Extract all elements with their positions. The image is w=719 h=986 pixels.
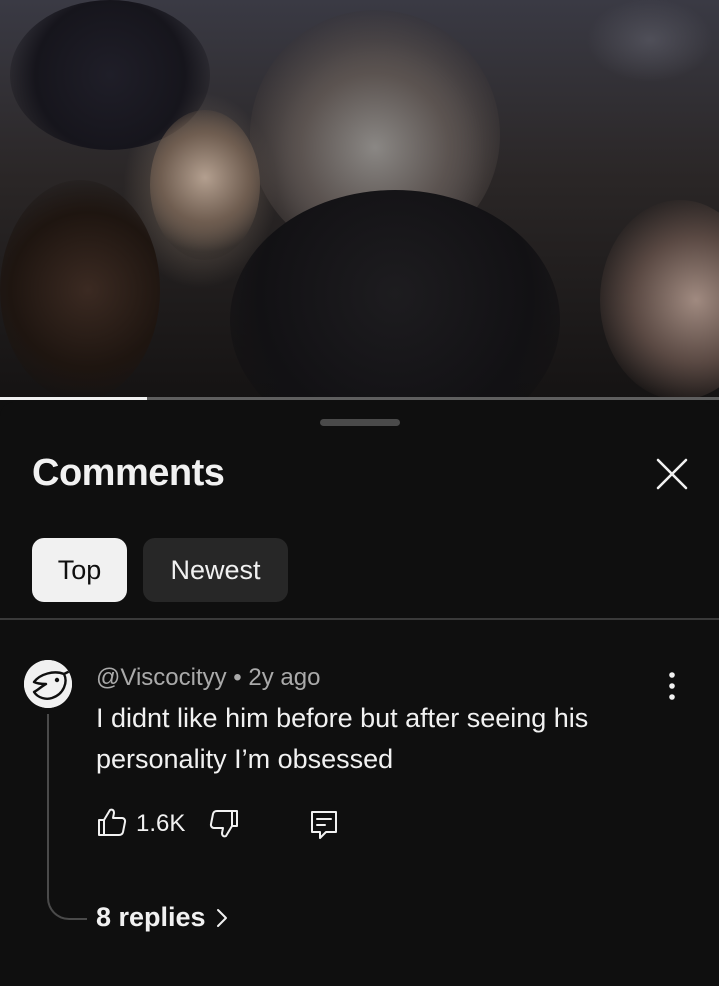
- filter-chip-label: Top: [57, 554, 102, 585]
- reply-button[interactable]: [308, 808, 340, 840]
- replies-label: 8 replies: [96, 902, 206, 932]
- avatar[interactable]: [24, 660, 72, 708]
- like-button[interactable]: [96, 806, 128, 838]
- more-vertical-icon: [669, 672, 675, 700]
- close-icon: [656, 458, 688, 490]
- thumbs-down-icon: [209, 810, 238, 838]
- close-button[interactable]: [652, 454, 692, 494]
- view-replies-button[interactable]: 8 replies: [96, 902, 230, 933]
- bird-avatar-icon: [24, 660, 72, 708]
- dislike-button[interactable]: [208, 808, 240, 840]
- comment-more-button[interactable]: [656, 668, 688, 704]
- sheet-drag-handle[interactable]: [320, 419, 400, 426]
- comment-meta: @Viscocityy • 2y ago: [96, 664, 320, 692]
- reply-icon: [311, 811, 337, 839]
- filter-chip-top[interactable]: Top: [32, 538, 127, 602]
- meta-separator: •: [233, 664, 242, 691]
- filter-chip-newest[interactable]: Newest: [143, 538, 288, 602]
- like-count: 1.6K: [136, 810, 186, 837]
- video-frame-shape: [150, 110, 260, 260]
- video-frame-shape: [600, 200, 719, 400]
- video-progress-bar[interactable]: [0, 397, 719, 400]
- comments-sheet: Comments Top Newest @Viscocityy • 2y ago…: [0, 402, 719, 986]
- video-frame-shape: [0, 180, 160, 400]
- video-frame-shape: [230, 190, 560, 400]
- filter-chip-label: Newest: [170, 554, 261, 585]
- chevron-right-icon: [216, 908, 227, 927]
- comment-author[interactable]: @Viscocityy: [96, 664, 227, 691]
- reply-thread-line: [47, 714, 87, 920]
- thumbs-up-icon: [98, 808, 127, 836]
- divider: [0, 618, 719, 620]
- comments-title: Comments: [32, 452, 225, 494]
- video-player[interactable]: [0, 0, 719, 400]
- video-progress-fill: [0, 397, 147, 400]
- comment-text: I didnt like him before but after seeing…: [96, 703, 589, 774]
- comment-time: 2y ago: [248, 664, 321, 691]
